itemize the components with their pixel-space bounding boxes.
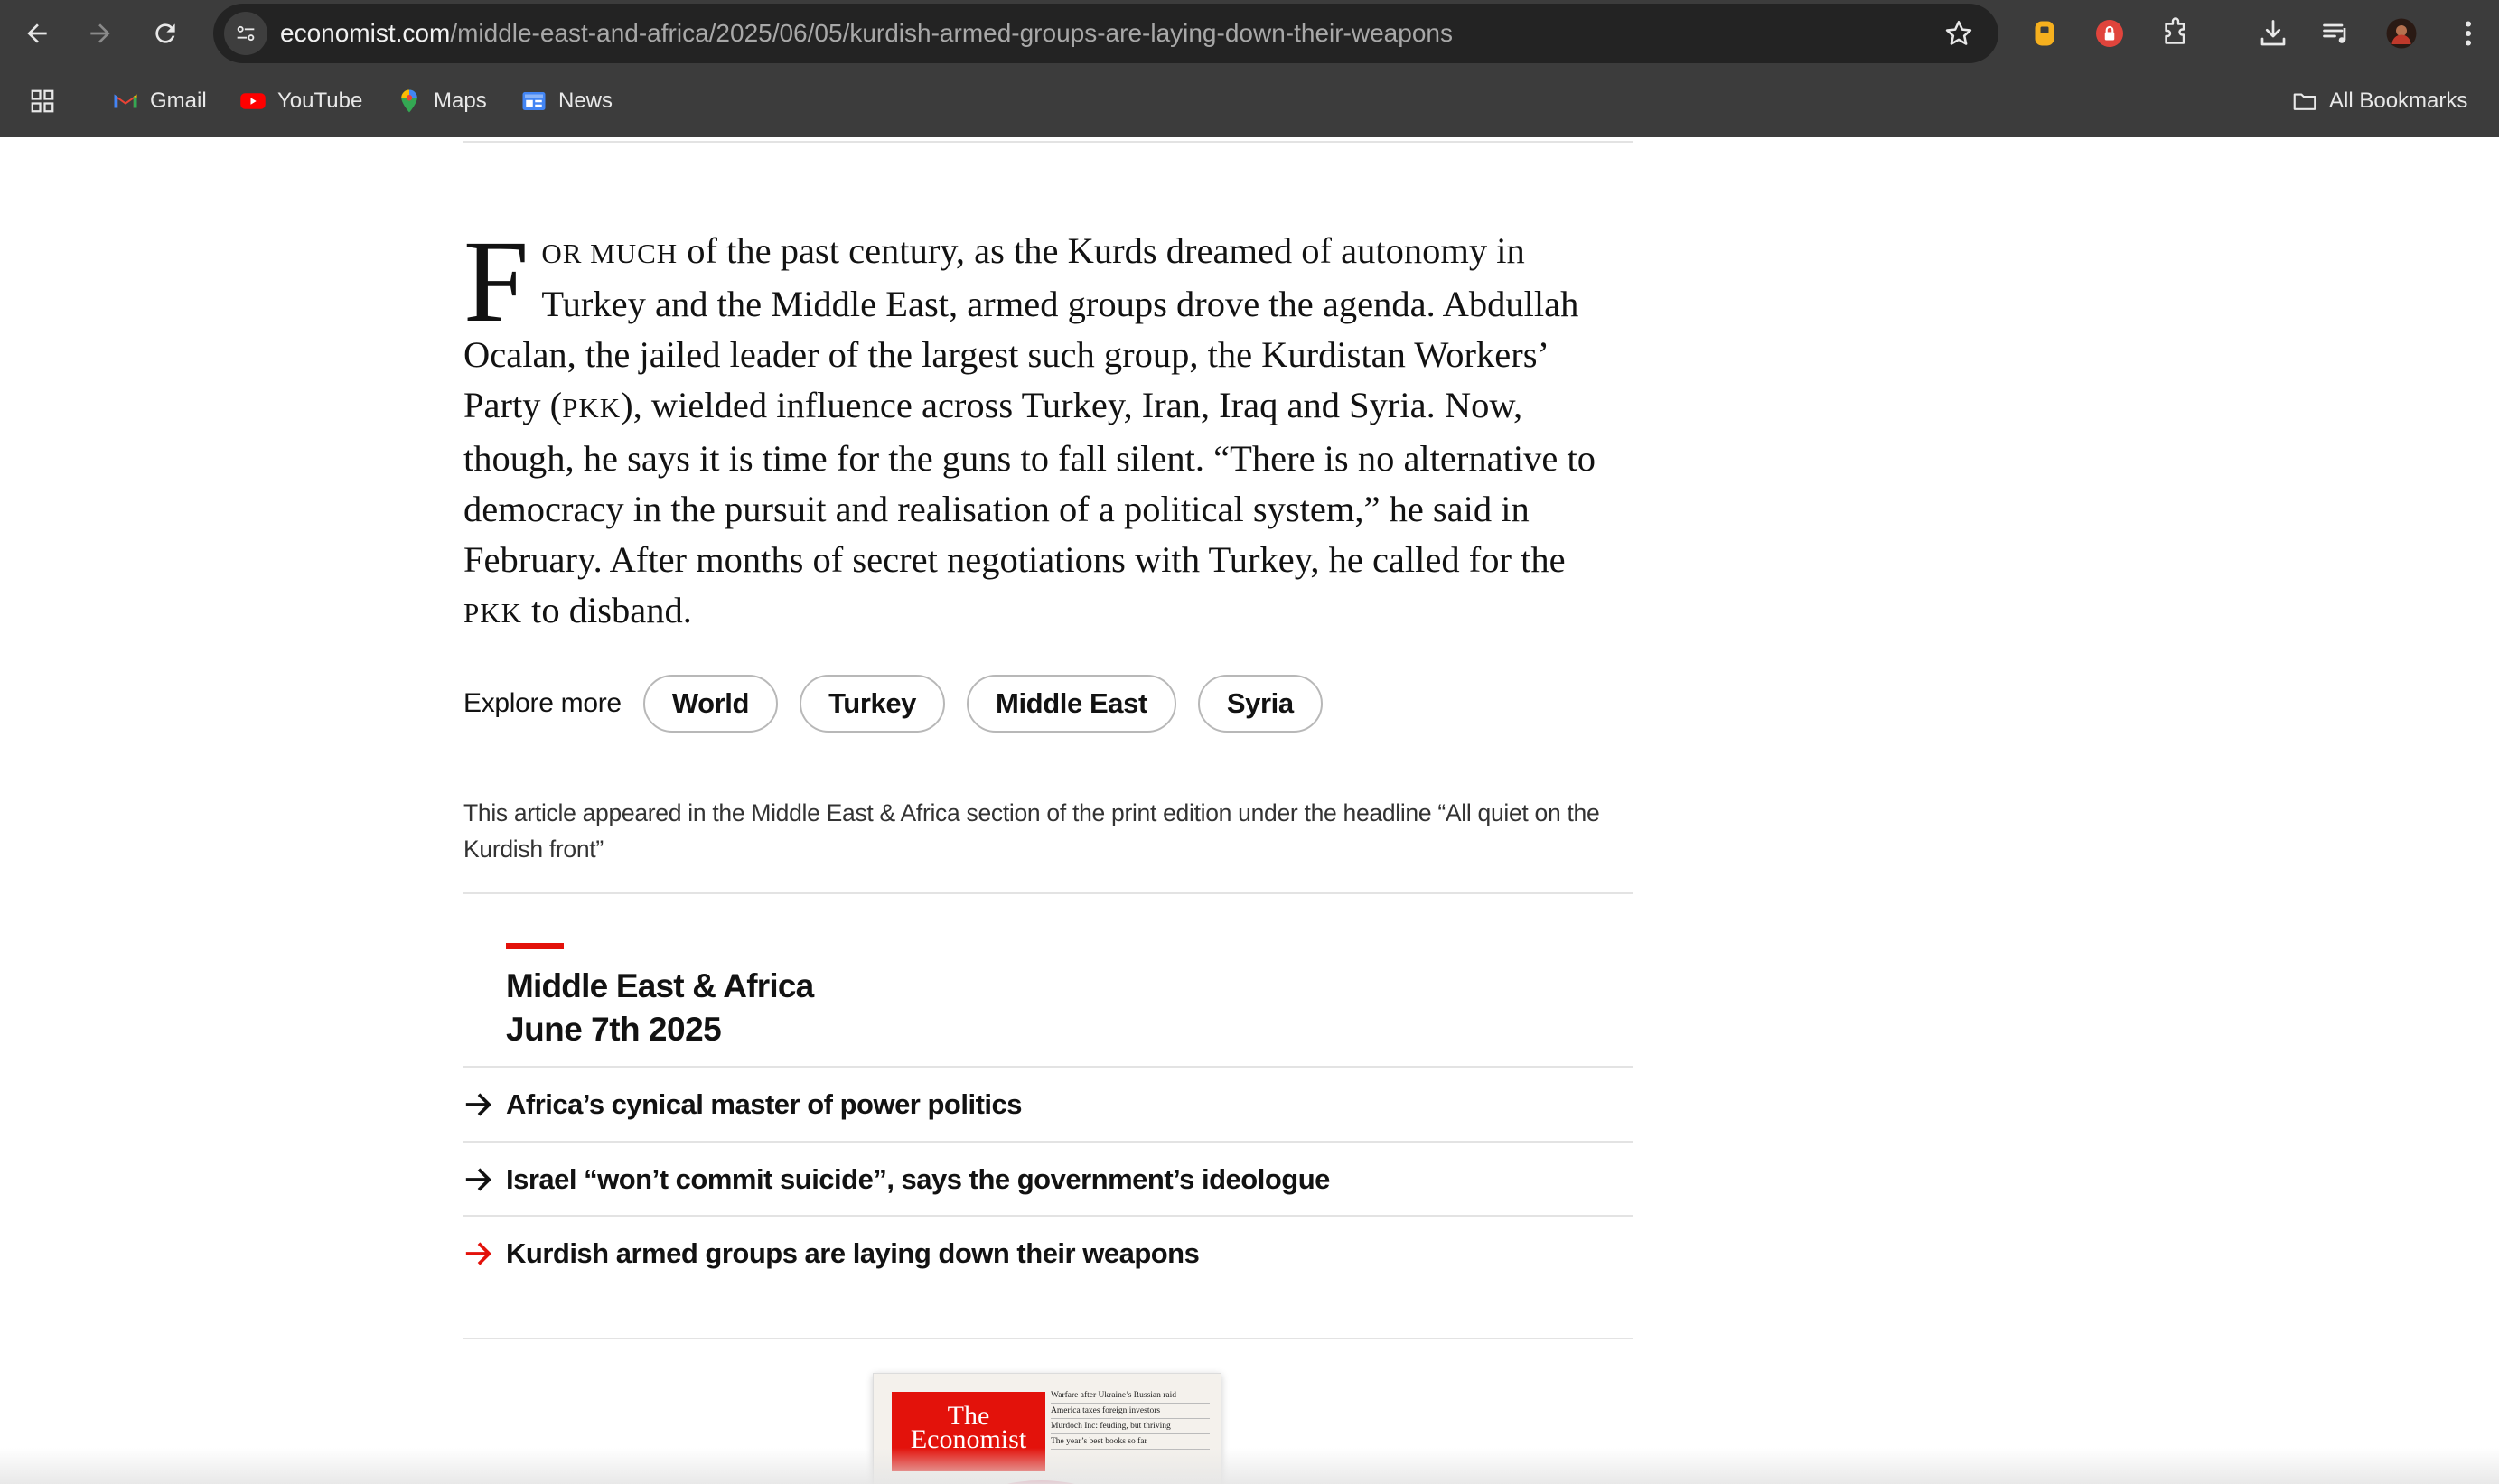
section-title-link[interactable]: Middle East & Africa — [506, 965, 814, 1008]
tag-turkey[interactable]: Turkey — [800, 675, 946, 733]
print-note-divider — [463, 892, 1633, 894]
bookmark-gmail-label: Gmail — [150, 89, 207, 113]
puzzle-icon — [2165, 17, 2185, 44]
url-text[interactable]: economist.com/middle-east-and-africa/202… — [280, 4, 1453, 63]
top-divider — [463, 141, 1633, 143]
apps-button[interactable] — [29, 83, 56, 119]
section-link-row-current[interactable]: Kurdish armed groups are laying down the… — [463, 1217, 1633, 1291]
forward-button[interactable] — [80, 13, 121, 54]
cover-headline: America taxes foreign investors — [1051, 1404, 1210, 1419]
explore-more-label: Explore more — [463, 688, 622, 718]
bookmark-news-label: News — [558, 89, 613, 113]
browser-chrome: economist.com/middle-east-and-africa/202… — [0, 0, 2499, 137]
section-link-text: Kurdish armed groups are laying down the… — [506, 1237, 1200, 1269]
extension-red-button[interactable] — [2092, 15, 2128, 51]
playlist-icon — [2323, 23, 2346, 43]
reload-icon — [155, 23, 175, 43]
gmail-icon — [114, 94, 137, 108]
url-path: /middle-east-and-africa/2025/06/05/kurdi… — [450, 19, 1453, 47]
back-button[interactable] — [16, 13, 58, 54]
bottom-fade — [0, 1448, 2499, 1484]
youtube-icon — [240, 93, 266, 109]
arrow-right-icon — [465, 1168, 491, 1191]
explore-more: Explore more World Turkey Middle East Sy… — [463, 674, 1344, 733]
tune-icon — [237, 25, 255, 42]
avatar-icon — [2386, 18, 2417, 49]
news-icon — [522, 92, 546, 110]
tag-syria[interactable]: Syria — [1197, 675, 1323, 733]
apps-grid-icon — [31, 89, 54, 113]
article-paragraph: F OR MUCH of the past century, as the Kur… — [463, 217, 1633, 639]
section-date: June 7th 2025 — [506, 1011, 722, 1048]
bookmarks-bar: Gmail YouTube Maps News All Bookmarks — [0, 67, 2499, 137]
print-edition-note: This article appeared in the Middle East… — [463, 799, 1600, 863]
paragraph-part-2: ), wielded influence across Turkey, Iran… — [463, 385, 1596, 580]
all-bookmarks-label: All Bookmarks — [2329, 89, 2468, 113]
pkk-abbr-2: PKK — [463, 597, 523, 629]
url-host: economist.com — [280, 19, 451, 47]
all-bookmarks-button[interactable]: All Bookmarks — [2291, 83, 2467, 119]
bookmark-gmail[interactable]: Gmail — [112, 83, 207, 119]
cover-headline: Warfare after Ukraine’s Russian raid — [1051, 1388, 1210, 1404]
address-bar[interactable]: economist.com/middle-east-and-africa/202… — [213, 4, 1998, 63]
folder-icon — [2293, 93, 2316, 110]
reload-button[interactable] — [145, 13, 186, 54]
bookmark-maps-label: Maps — [434, 89, 487, 113]
site-info-button[interactable] — [224, 12, 267, 55]
media-control-button[interactable] — [2318, 15, 2354, 51]
cover-headline: Murdoch Inc: feuding, but thriving — [1051, 1419, 1210, 1434]
section-link-text: Israel “won’t commit suicide”, says the … — [506, 1163, 1330, 1195]
bookmark-news[interactable]: News — [520, 83, 613, 119]
back-arrow-icon — [27, 23, 47, 43]
extensions-button[interactable] — [2157, 15, 2194, 51]
bookmark-youtube-label: YouTube — [277, 89, 363, 113]
downloads-button[interactable] — [2255, 15, 2291, 51]
bookmark-youtube[interactable]: YouTube — [239, 83, 362, 119]
kebab-menu-icon — [2466, 21, 2471, 46]
profile-avatar[interactable] — [2383, 15, 2419, 51]
paragraph-part-3: to disband. — [522, 590, 692, 630]
extension-yellow-button[interactable] — [2026, 15, 2063, 51]
browser-toolbar: economist.com/middle-east-and-africa/202… — [0, 0, 2499, 67]
extension-red-lock-icon — [2096, 20, 2123, 47]
browser-menu-button[interactable] — [2450, 15, 2486, 51]
tag-world[interactable]: World — [642, 675, 779, 733]
bottom-divider — [463, 1338, 1633, 1339]
arrow-right-icon — [465, 1093, 491, 1116]
arrow-right-red-icon — [465, 1242, 491, 1265]
section-link-text: Africa’s cynical master of power politic… — [506, 1088, 1023, 1120]
tag-middle-east[interactable]: Middle East — [967, 675, 1176, 733]
extension-yellow-icon — [2035, 21, 2054, 46]
article-page: F OR MUCH of the past century, as the Kur… — [0, 137, 2499, 1484]
maps-icon — [401, 89, 417, 113]
bookmark-maps[interactable]: Maps — [396, 83, 487, 119]
bookmark-star-icon[interactable] — [1942, 17, 1975, 50]
pkk-abbr-1: PKK — [562, 392, 622, 424]
drop-cap: F — [463, 217, 529, 347]
section-link-row[interactable]: Israel “won’t commit suicide”, says the … — [463, 1143, 1633, 1217]
lead-small-caps: OR MUCH — [541, 238, 679, 269]
section-link-row[interactable]: Africa’s cynical master of power politic… — [463, 1068, 1633, 1142]
cover-headlines: Warfare after Ukraine’s Russian raid Ame… — [1051, 1388, 1210, 1450]
forward-arrow-icon — [90, 23, 110, 43]
download-icon — [2260, 20, 2286, 46]
section-accent-bar — [506, 943, 564, 949]
